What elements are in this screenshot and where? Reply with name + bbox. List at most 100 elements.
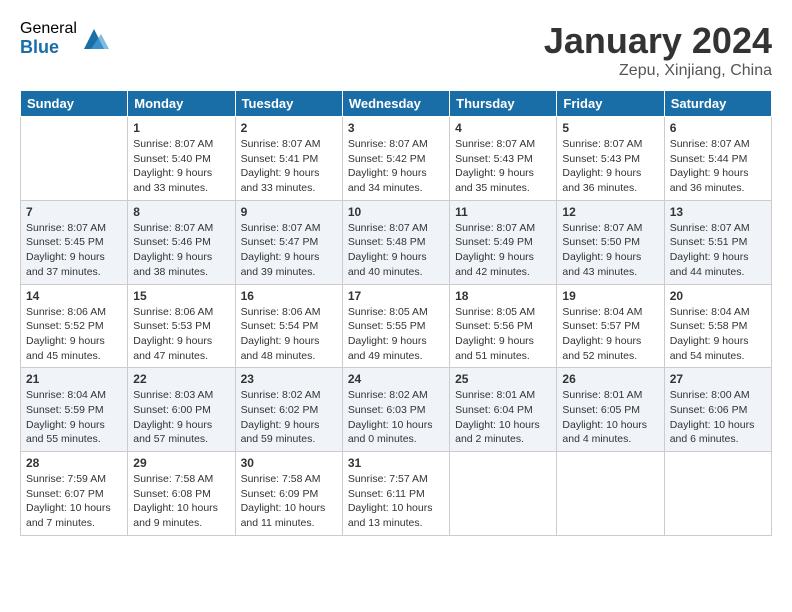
calendar-table: SundayMondayTuesdayWednesdayThursdayFrid… — [20, 90, 772, 536]
day-number: 30 — [241, 456, 337, 470]
calendar-week-row: 21Sunrise: 8:04 AM Sunset: 5:59 PM Dayli… — [21, 368, 772, 452]
day-number: 31 — [348, 456, 444, 470]
day-info: Sunrise: 8:06 AM Sunset: 5:53 PM Dayligh… — [133, 305, 229, 364]
day-number: 27 — [670, 372, 766, 386]
calendar-cell — [557, 452, 664, 536]
day-number: 11 — [455, 205, 551, 219]
day-number: 10 — [348, 205, 444, 219]
calendar-cell: 8Sunrise: 8:07 AM Sunset: 5:46 PM Daylig… — [128, 200, 235, 284]
day-number: 17 — [348, 289, 444, 303]
calendar-cell: 3Sunrise: 8:07 AM Sunset: 5:42 PM Daylig… — [342, 117, 449, 201]
calendar-cell: 26 Sunrise: 8:01 AM Sunset: 6:05 PM Dayli… — [557, 368, 664, 452]
calendar-cell: 21Sunrise: 8:04 AM Sunset: 5:59 PM Dayli… — [21, 368, 128, 452]
calendar-cell: 29 Sunrise: 7:58 AM Sunset: 6:08 PM Dayli… — [128, 452, 235, 536]
calendar-cell: 12 Sunrise: 8:07 AM Sunset: 5:50 PM Dayli… — [557, 200, 664, 284]
day-number: 24 — [348, 372, 444, 386]
calendar-week-row: 1 Sunrise: 8:07 AM Sunset: 5:40 PM Daylig… — [21, 117, 772, 201]
calendar-cell: 18Sunrise: 8:05 AM Sunset: 5:56 PM Dayli… — [450, 284, 557, 368]
day-number: 2 — [241, 121, 337, 135]
day-number: 1 — [133, 121, 229, 135]
calendar-header-saturday: Saturday — [664, 91, 771, 117]
day-info: Sunrise: 8:07 AM Sunset: 5:48 PM Dayligh… — [348, 221, 444, 280]
calendar-cell — [450, 452, 557, 536]
calendar-week-row: 7 Sunrise: 8:07 AM Sunset: 5:45 PM Daylig… — [21, 200, 772, 284]
calendar-cell — [664, 452, 771, 536]
day-info: Sunrise: 8:07 AM Sunset: 5:46 PM Dayligh… — [133, 221, 229, 280]
calendar-header-friday: Friday — [557, 91, 664, 117]
logo: General Blue — [20, 20, 109, 57]
day-info: Sunrise: 7:58 AM Sunset: 6:09 PM Dayligh… — [241, 472, 337, 531]
calendar-cell: 16 Sunrise: 8:06 AM Sunset: 5:54 PM Dayli… — [235, 284, 342, 368]
calendar-header-row: SundayMondayTuesdayWednesdayThursdayFrid… — [21, 91, 772, 117]
calendar-cell: 5 Sunrise: 8:07 AM Sunset: 5:43 PM Daylig… — [557, 117, 664, 201]
calendar-cell: 14 Sunrise: 8:06 AM Sunset: 5:52 PM Dayli… — [21, 284, 128, 368]
day-number: 4 — [455, 121, 551, 135]
day-number: 15 — [133, 289, 229, 303]
calendar-cell: 19 Sunrise: 8:04 AM Sunset: 5:57 PM Dayli… — [557, 284, 664, 368]
calendar-cell: 17Sunrise: 8:05 AM Sunset: 5:55 PM Dayli… — [342, 284, 449, 368]
day-info: Sunrise: 8:06 AM Sunset: 5:52 PM Dayligh… — [26, 305, 122, 364]
day-info: Sunrise: 8:07 AM Sunset: 5:47 PM Dayligh… — [241, 221, 337, 280]
calendar-cell — [21, 117, 128, 201]
day-number: 22 — [133, 372, 229, 386]
day-number: 25 — [455, 372, 551, 386]
calendar-cell: 4 Sunrise: 8:07 AM Sunset: 5:43 PM Daylig… — [450, 117, 557, 201]
day-info: Sunrise: 8:07 AM Sunset: 5:44 PM Dayligh… — [670, 137, 766, 196]
day-info: Sunrise: 8:07 AM Sunset: 5:45 PM Dayligh… — [26, 221, 122, 280]
day-info: Sunrise: 8:04 AM Sunset: 5:57 PM Dayligh… — [562, 305, 658, 364]
calendar-week-row: 14 Sunrise: 8:06 AM Sunset: 5:52 PM Dayli… — [21, 284, 772, 368]
calendar-cell: 30 Sunrise: 7:58 AM Sunset: 6:09 PM Dayli… — [235, 452, 342, 536]
day-info: Sunrise: 8:03 AM Sunset: 6:00 PM Dayligh… — [133, 388, 229, 447]
day-number: 6 — [670, 121, 766, 135]
day-info: Sunrise: 8:07 AM Sunset: 5:41 PM Dayligh… — [241, 137, 337, 196]
title-block: January 2024 Zepu, Xinjiang, China — [544, 20, 772, 80]
calendar-header-tuesday: Tuesday — [235, 91, 342, 117]
logo-icon — [79, 24, 109, 54]
calendar-cell: 28Sunrise: 7:59 AM Sunset: 6:07 PM Dayli… — [21, 452, 128, 536]
calendar-cell: 13Sunrise: 8:07 AM Sunset: 5:51 PM Dayli… — [664, 200, 771, 284]
day-number: 20 — [670, 289, 766, 303]
day-info: Sunrise: 8:02 AM Sunset: 6:02 PM Dayligh… — [241, 388, 337, 447]
day-info: Sunrise: 8:01 AM Sunset: 6:05 PM Dayligh… — [562, 388, 658, 447]
day-number: 14 — [26, 289, 122, 303]
calendar-cell: 11Sunrise: 8:07 AM Sunset: 5:49 PM Dayli… — [450, 200, 557, 284]
day-info: Sunrise: 8:05 AM Sunset: 5:56 PM Dayligh… — [455, 305, 551, 364]
day-number: 29 — [133, 456, 229, 470]
day-info: Sunrise: 8:00 AM Sunset: 6:06 PM Dayligh… — [670, 388, 766, 447]
day-info: Sunrise: 7:58 AM Sunset: 6:08 PM Dayligh… — [133, 472, 229, 531]
calendar-cell: 2 Sunrise: 8:07 AM Sunset: 5:41 PM Daylig… — [235, 117, 342, 201]
logo-text: General Blue — [20, 20, 77, 57]
calendar-cell: 27 Sunrise: 8:00 AM Sunset: 6:06 PM Dayli… — [664, 368, 771, 452]
calendar-cell: 25Sunrise: 8:01 AM Sunset: 6:04 PM Dayli… — [450, 368, 557, 452]
calendar-header-monday: Monday — [128, 91, 235, 117]
calendar-cell: 23Sunrise: 8:02 AM Sunset: 6:02 PM Dayli… — [235, 368, 342, 452]
day-info: Sunrise: 8:02 AM Sunset: 6:03 PM Dayligh… — [348, 388, 444, 447]
calendar-cell: 31Sunrise: 7:57 AM Sunset: 6:11 PM Dayli… — [342, 452, 449, 536]
day-number: 16 — [241, 289, 337, 303]
calendar-week-row: 28Sunrise: 7:59 AM Sunset: 6:07 PM Dayli… — [21, 452, 772, 536]
day-info: Sunrise: 8:07 AM Sunset: 5:50 PM Dayligh… — [562, 221, 658, 280]
day-number: 19 — [562, 289, 658, 303]
day-info: Sunrise: 8:07 AM Sunset: 5:51 PM Dayligh… — [670, 221, 766, 280]
day-number: 26 — [562, 372, 658, 386]
day-number: 7 — [26, 205, 122, 219]
day-info: Sunrise: 8:07 AM Sunset: 5:43 PM Dayligh… — [455, 137, 551, 196]
calendar-header-wednesday: Wednesday — [342, 91, 449, 117]
page-header: General Blue January 2024 Zepu, Xinjiang… — [20, 20, 772, 80]
day-info: Sunrise: 8:04 AM Sunset: 5:58 PM Dayligh… — [670, 305, 766, 364]
calendar-cell: 22 Sunrise: 8:03 AM Sunset: 6:00 PM Dayli… — [128, 368, 235, 452]
day-number: 5 — [562, 121, 658, 135]
day-info: Sunrise: 8:07 AM Sunset: 5:43 PM Dayligh… — [562, 137, 658, 196]
calendar-cell: 6 Sunrise: 8:07 AM Sunset: 5:44 PM Daylig… — [664, 117, 771, 201]
calendar-cell: 20 Sunrise: 8:04 AM Sunset: 5:58 PM Dayli… — [664, 284, 771, 368]
day-number: 9 — [241, 205, 337, 219]
calendar-header-thursday: Thursday — [450, 91, 557, 117]
day-info: Sunrise: 7:59 AM Sunset: 6:07 PM Dayligh… — [26, 472, 122, 531]
calendar-cell: 1 Sunrise: 8:07 AM Sunset: 5:40 PM Daylig… — [128, 117, 235, 201]
day-info: Sunrise: 8:07 AM Sunset: 5:40 PM Dayligh… — [133, 137, 229, 196]
logo-general: General — [20, 20, 77, 38]
calendar-header-sunday: Sunday — [21, 91, 128, 117]
day-info: Sunrise: 8:06 AM Sunset: 5:54 PM Dayligh… — [241, 305, 337, 364]
day-number: 12 — [562, 205, 658, 219]
calendar-cell: 7 Sunrise: 8:07 AM Sunset: 5:45 PM Daylig… — [21, 200, 128, 284]
